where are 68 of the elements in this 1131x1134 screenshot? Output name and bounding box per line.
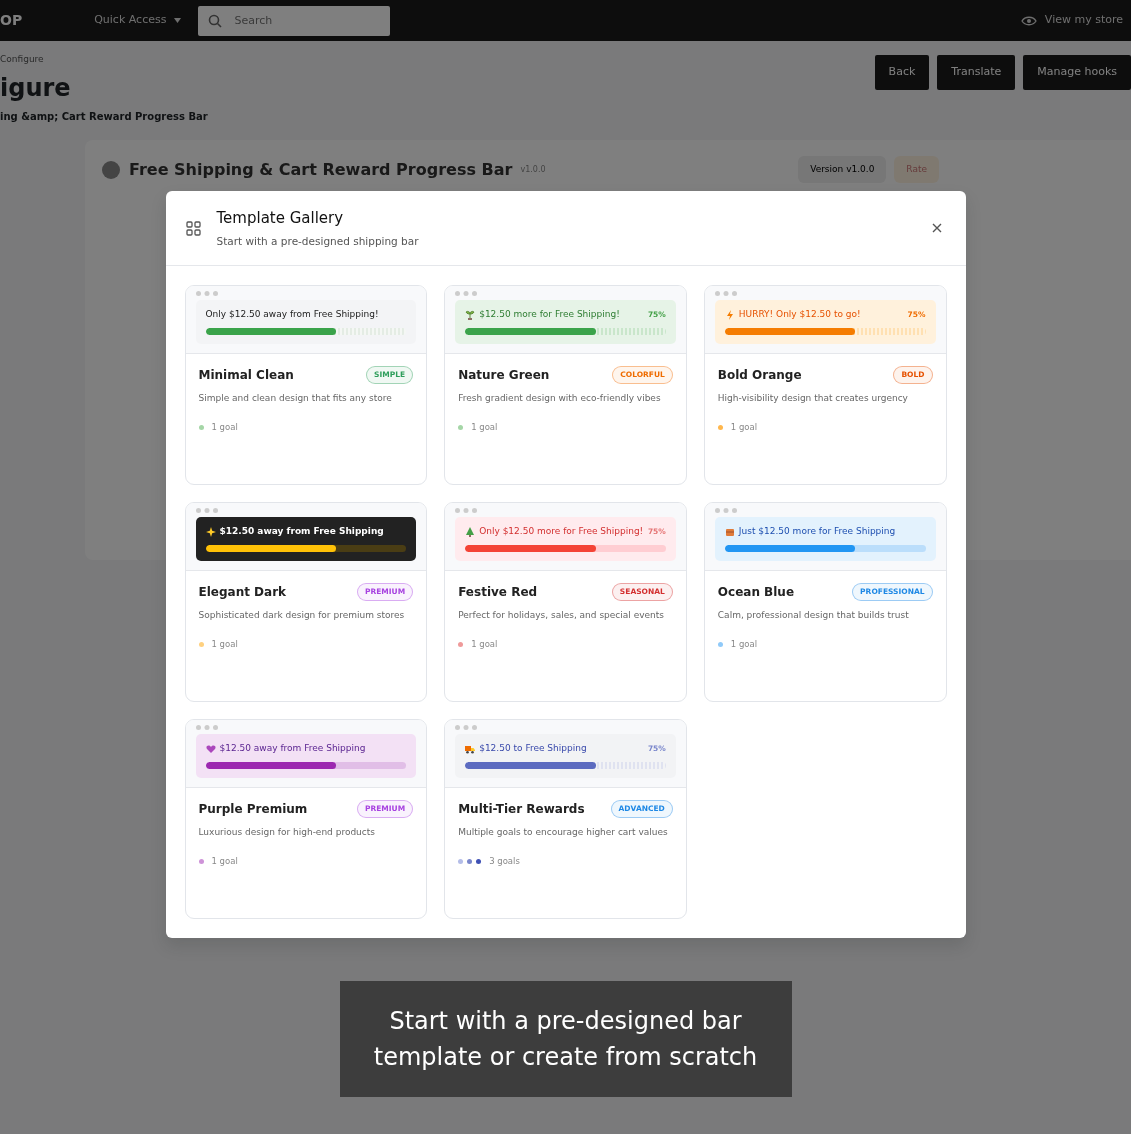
template-description: Perfect for holidays, sales, and special events <box>458 608 665 622</box>
version-button[interactable]: Version v1.0.0 <box>798 155 887 184</box>
preview-message: Only $12.50 away from Free Shipping! <box>205 309 379 321</box>
header-button[interactable]: Back <box>874 55 930 90</box>
grid-icon <box>185 220 201 236</box>
template-description: Simple and clean design that fits any store <box>198 391 393 405</box>
page-subtitle: ing &amp; Cart Reward Progress Bar <box>0 109 208 124</box>
preview-message: $12.50 to Free Shipping <box>479 743 587 755</box>
template-name: Purple Premium <box>198 800 308 818</box>
template-description: Luxurious design for high-end products <box>198 825 376 839</box>
quick-access-menu[interactable]: Quick Access <box>93 11 183 30</box>
window-dots-icon <box>455 291 478 297</box>
preview-message: $12.50 more for Free Shipping! <box>479 309 620 321</box>
close-icon <box>931 223 942 234</box>
heart-icon <box>205 744 216 755</box>
window-dots-icon <box>455 725 478 731</box>
window-dots-icon <box>714 291 737 297</box>
caption-text: Start with a pre-designed bar template or create from scratch <box>339 981 792 1098</box>
template-name: Bold Orange <box>717 366 802 384</box>
truck-icon <box>465 744 476 755</box>
goal-count: 1 goal <box>471 421 498 435</box>
template-name: Festive Red <box>458 583 538 601</box>
caret-icon <box>174 18 182 23</box>
window-dots-icon <box>195 291 218 297</box>
template-name: Elegant Dark <box>198 583 287 601</box>
goal-count: 1 goal <box>730 638 758 652</box>
goal-count: 1 goal <box>211 421 238 435</box>
window-dots-icon <box>455 508 478 514</box>
template-description: Calm, professional design that builds trust <box>717 608 910 622</box>
preview-message: HURRY! Only $12.50 to go! <box>738 309 861 321</box>
goal-count: 1 goal <box>471 638 498 652</box>
header-button[interactable]: Manage hooks <box>1023 55 1131 90</box>
modal-subtitle: Start with a pre-designed shipping bar <box>216 233 419 249</box>
template-name: Nature Green <box>458 366 550 384</box>
template-description: Sophisticated dark design for premium stores <box>198 608 406 622</box>
module-version: v1.0.0 <box>520 163 546 176</box>
preview-message: Just $12.50 more for Free Shipping <box>738 526 896 538</box>
eye-icon <box>1020 15 1037 26</box>
template-name: Multi-Tier Rewards <box>458 800 585 818</box>
template-name: Ocean Blue <box>717 583 795 601</box>
window-dots-icon <box>714 508 737 514</box>
sparkle-icon <box>205 527 216 538</box>
preview-message: Only $12.50 more for Free Shipping! <box>479 526 644 538</box>
goal-count: 1 goal <box>730 421 758 435</box>
search-field[interactable]: Search <box>198 5 391 36</box>
lightning-icon <box>724 310 735 321</box>
sprout-icon <box>465 310 476 321</box>
goal-count: 1 goal <box>211 855 238 869</box>
preview-message: $12.50 away from Free Shipping <box>219 526 384 538</box>
template-description: Multiple goals to encourage higher cart values <box>458 825 669 839</box>
window-dots-icon <box>195 508 218 514</box>
package-icon <box>724 527 735 538</box>
template-description: High-visibility design that creates urgency <box>717 391 909 405</box>
goal-count: 1 goal <box>211 638 238 652</box>
goal-count: 3 goals <box>489 855 520 869</box>
view-store-link[interactable]: View my store <box>1020 12 1123 29</box>
module-name: Free Shipping & Cart Reward Progress Bar <box>129 158 513 181</box>
preview-message: $12.50 away from Free Shipping <box>219 743 366 755</box>
header-button[interactable]: Translate <box>937 55 1016 90</box>
module-logo-icon <box>101 159 121 180</box>
modal-title: Template Gallery <box>216 208 345 229</box>
search-icon <box>208 13 223 28</box>
brand-logo: OP <box>0 11 23 30</box>
template-description: Fresh gradient design with eco-friendly vibes <box>458 391 662 405</box>
window-dots-icon <box>195 725 218 731</box>
page-title: igure <box>0 74 72 101</box>
tree-icon <box>465 527 476 538</box>
template-name: Minimal Clean <box>198 366 294 384</box>
